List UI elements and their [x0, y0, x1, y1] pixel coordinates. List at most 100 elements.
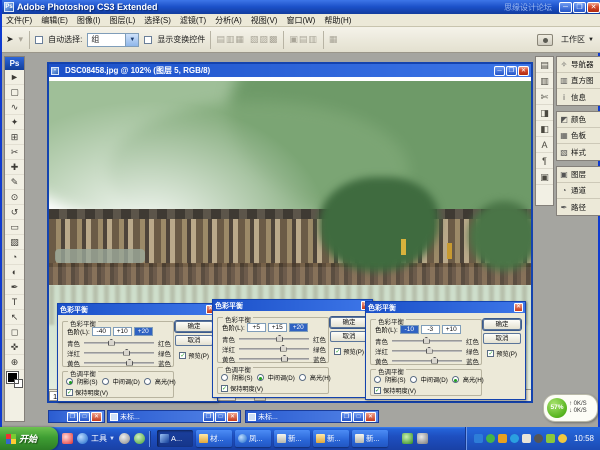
- doc-close-button[interactable]: ✕: [91, 412, 102, 422]
- tray-app-icon[interactable]: [402, 433, 413, 444]
- yellow-blue-slider[interactable]: [84, 362, 154, 364]
- chevron-down-icon[interactable]: ▼: [125, 34, 138, 46]
- dialog-title-bar[interactable]: 色彩平衡 ✕: [366, 302, 525, 313]
- task-button-folder-2[interactable]: 新...: [274, 430, 310, 447]
- menu-layer[interactable]: 图层(L): [109, 15, 135, 26]
- panel-navigator[interactable]: ✧导航器: [557, 57, 600, 73]
- preview-checkbox[interactable]: [334, 348, 341, 355]
- menu-image[interactable]: 图像(I): [77, 15, 101, 26]
- dialog-title-bar[interactable]: 色彩平衡 ✕: [58, 304, 217, 315]
- doc-restore-button[interactable]: ❐: [67, 412, 78, 422]
- menu-help[interactable]: 帮助(H): [324, 15, 351, 26]
- slice-tool[interactable]: ✂: [5, 145, 24, 160]
- cyan-red-input[interactable]: -10: [400, 325, 419, 334]
- slider-thumb[interactable]: [280, 345, 287, 352]
- menu-view[interactable]: 视图(V): [251, 15, 278, 26]
- doc-restore-button[interactable]: ❐: [506, 66, 517, 76]
- show-transform-checkbox[interactable]: [144, 36, 152, 44]
- tray-shield-icon[interactable]: [474, 434, 483, 443]
- doc-maximize-button[interactable]: □: [215, 412, 226, 422]
- collapsed-panel-icon[interactable]: ◧: [536, 121, 553, 137]
- shadows-radio[interactable]: [221, 374, 228, 381]
- magenta-green-slider[interactable]: [84, 352, 154, 354]
- collapsed-panel-icon[interactable]: ✄: [536, 89, 553, 105]
- panel-layers[interactable]: ▣图层: [557, 167, 600, 183]
- minimized-document-3[interactable]: 未标... ❐ □ ✕: [245, 410, 379, 423]
- yellow-blue-input[interactable]: +10: [442, 325, 461, 334]
- slider-thumb[interactable]: [276, 335, 283, 342]
- collapsed-panel-icon[interactable]: ▣: [536, 169, 553, 185]
- brush-tool[interactable]: ✎: [5, 175, 24, 190]
- slider-thumb[interactable]: [431, 357, 438, 364]
- collapsed-panel-icon[interactable]: ◨: [536, 105, 553, 121]
- panel-paths[interactable]: ✒路径: [557, 199, 600, 215]
- move-tool-icon[interactable]: ➤: [6, 34, 14, 45]
- yellow-blue-slider[interactable]: [392, 360, 462, 362]
- magenta-green-input[interactable]: -3: [421, 325, 440, 334]
- auto-align-icon[interactable]: ▦: [329, 34, 339, 45]
- close-button[interactable]: ✕: [587, 2, 600, 13]
- type-tool[interactable]: T: [5, 295, 24, 310]
- doc-close-button[interactable]: ✕: [365, 412, 376, 422]
- cancel-button[interactable]: 取消: [175, 335, 213, 346]
- ok-button[interactable]: 确定: [175, 321, 213, 332]
- midtones-radio[interactable]: [257, 374, 264, 381]
- highlights-radio[interactable]: [144, 378, 151, 385]
- pen-tool[interactable]: ✒: [5, 280, 24, 295]
- cyan-red-slider[interactable]: [84, 342, 154, 344]
- magenta-green-slider[interactable]: [239, 348, 309, 350]
- tray-app-icon[interactable]: [558, 434, 567, 443]
- collapsed-panel-icon[interactable]: ¶: [536, 153, 553, 169]
- eraser-tool[interactable]: ▭: [5, 220, 24, 235]
- chevron-down-icon[interactable]: ▼: [109, 436, 115, 442]
- doc-restore-button[interactable]: ❐: [203, 412, 214, 422]
- doc-maximize-button[interactable]: □: [79, 412, 90, 422]
- qq-icon[interactable]: [62, 433, 73, 444]
- auto-select-checkbox[interactable]: [35, 36, 43, 44]
- panel-color[interactable]: ◩颜色: [557, 112, 600, 128]
- midtones-radio[interactable]: [102, 378, 109, 385]
- highlights-radio[interactable]: [452, 376, 459, 383]
- task-button-browser[interactable]: 凤...: [235, 430, 271, 447]
- healing-brush-tool[interactable]: ✚: [5, 160, 24, 175]
- refresh-icon[interactable]: [134, 433, 145, 444]
- ok-button[interactable]: 确定: [483, 319, 521, 330]
- app-title-bar[interactable]: Ps Adobe Photoshop CS3 Extended 思缘设计论坛 ─…: [2, 0, 600, 14]
- task-button-folder-1[interactable]: 材...: [196, 430, 232, 447]
- preserve-luminosity-checkbox[interactable]: [374, 387, 381, 394]
- minimized-document-2[interactable]: 未标... ❐ □ ✕: [107, 410, 241, 423]
- doc-close-button[interactable]: ✕: [227, 412, 238, 422]
- ok-button[interactable]: 确定: [330, 317, 368, 328]
- cyan-red-slider[interactable]: [392, 340, 462, 342]
- hand-tool[interactable]: ✜: [5, 340, 24, 355]
- menu-window[interactable]: 窗口(W): [286, 15, 315, 26]
- toolbox-ps-logo[interactable]: Ps: [5, 57, 24, 70]
- yellow-blue-input[interactable]: +20: [134, 327, 153, 336]
- clone-stamp-tool[interactable]: ⊙: [5, 190, 24, 205]
- dodge-tool[interactable]: ◐: [5, 265, 24, 280]
- cancel-button[interactable]: 取消: [330, 331, 368, 342]
- marquee-tool[interactable]: ▢: [5, 85, 24, 100]
- menu-file[interactable]: 文件(F): [6, 15, 32, 26]
- slider-thumb[interactable]: [281, 355, 288, 362]
- block-icon[interactable]: [119, 433, 130, 444]
- zoom-tool[interactable]: ⊕: [5, 355, 24, 370]
- tray-app-icon[interactable]: [546, 434, 555, 443]
- doc-close-button[interactable]: ✕: [518, 66, 529, 76]
- slider-thumb[interactable]: [108, 339, 115, 346]
- document-title-bar[interactable]: ﹡ DSC08458.jpg @ 102% (图层 5, RGB/8) ─ ❐ …: [49, 64, 531, 77]
- shape-tool[interactable]: ◻: [5, 325, 24, 340]
- tray-antivirus-icon[interactable]: [486, 434, 495, 443]
- slider-thumb[interactable]: [426, 347, 433, 354]
- dialog-close-icon[interactable]: ✕: [514, 303, 523, 312]
- align-centers-icons[interactable]: ▧▨▩: [250, 34, 279, 45]
- doc-maximize-button[interactable]: □: [353, 412, 364, 422]
- go-to-bridge-icon[interactable]: [537, 34, 553, 46]
- minimized-document-1[interactable]: ❐ □ ✕: [48, 410, 105, 423]
- cyan-red-slider[interactable]: [239, 338, 309, 340]
- yellow-blue-input[interactable]: +20: [289, 323, 308, 332]
- highlights-radio[interactable]: [299, 374, 306, 381]
- doc-restore-button[interactable]: ❐: [341, 412, 352, 422]
- download-speed-bubble[interactable]: 57% ↑ 0K/S ↓ 0K/S: [543, 394, 598, 422]
- lasso-tool[interactable]: ∿: [5, 100, 24, 115]
